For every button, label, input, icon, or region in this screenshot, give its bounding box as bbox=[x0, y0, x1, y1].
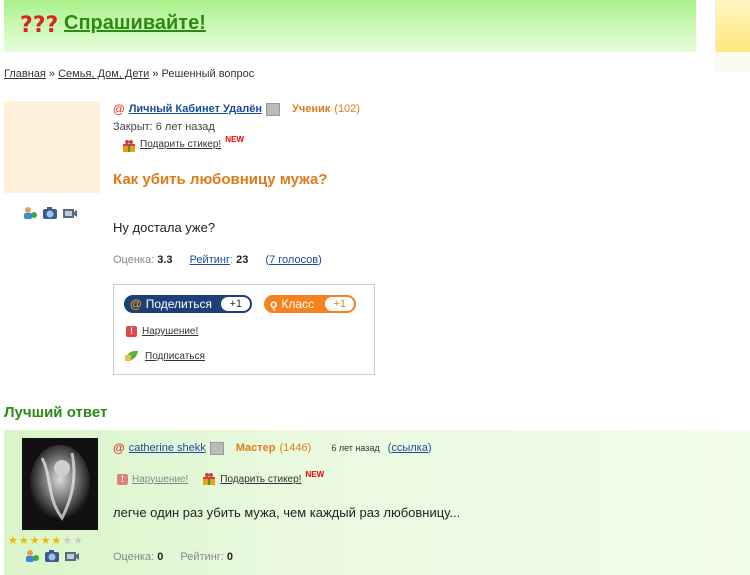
answer-author-icons bbox=[24, 549, 80, 563]
site-title-link[interactable]: Спрашивайте! bbox=[64, 12, 206, 35]
camera-photo-icon[interactable] bbox=[42, 206, 58, 220]
breadcrumb-current: Решенный вопрос bbox=[161, 68, 255, 80]
answer-score-label: Рейтинг: bbox=[180, 551, 224, 563]
star-filled-icon: ★ bbox=[29, 535, 40, 547]
user-profile-icon[interactable] bbox=[22, 206, 38, 220]
star-filled-icon: ★ bbox=[8, 535, 18, 547]
answer-permalink[interactable]: ссылка bbox=[391, 442, 428, 454]
votes-link[interactable]: 7 голосов bbox=[269, 254, 318, 266]
answer-text: легче один раз убить мужа, чем каждый ра… bbox=[113, 505, 461, 520]
question-closed-status: Закрыт: 6 лет назад bbox=[113, 121, 215, 133]
answer-author-stars: ★ ★ ★ ★ ★ ★ ★ bbox=[8, 536, 83, 547]
subscribe-link[interactable]: Подписаться bbox=[145, 351, 205, 362]
mail-at-icon: @ bbox=[113, 441, 125, 455]
mailbox-icon[interactable] bbox=[266, 102, 281, 116]
question-author-points: (102) bbox=[334, 103, 360, 115]
score-value: 23 bbox=[236, 254, 249, 266]
answer-author-rank: Мастер bbox=[235, 442, 276, 454]
question-stats: Оценка: 3.3 Рейтинг: 23 (7 голосов) bbox=[113, 254, 322, 266]
question-author-icons bbox=[22, 206, 78, 220]
question-title: Как убить любовницу мужа? bbox=[113, 171, 328, 188]
mail-at-icon: @ bbox=[130, 297, 142, 311]
star-filled-icon: ★ bbox=[40, 535, 51, 547]
ok-class-button[interactable]: ǫ Класс +1 bbox=[264, 295, 356, 313]
side-banner-shadow bbox=[715, 52, 750, 72]
mail-at-icon: @ bbox=[113, 102, 125, 116]
star-filled-icon: ★ bbox=[18, 535, 29, 547]
avatar-image bbox=[22, 438, 98, 530]
breadcrumb: Главная » Семья, Дом, Дети » Решенный во… bbox=[4, 68, 254, 80]
answer-author-name[interactable]: catherine shekk bbox=[129, 442, 206, 454]
svg-text:???: ??? bbox=[20, 13, 58, 38]
answer-actions: ! Нарушение! Подарить стикер! NEW bbox=[117, 469, 325, 486]
answer-rating-value: 0 bbox=[157, 551, 164, 563]
question-author-line: @ Личный Кабинет Удалён Ученик (102) bbox=[113, 102, 360, 116]
answer-author-points: (1446) bbox=[279, 442, 312, 454]
breadcrumb-home[interactable]: Главная bbox=[4, 68, 46, 80]
report-violation-row: ! Нарушение! bbox=[126, 326, 198, 337]
class-count: +1 bbox=[325, 297, 354, 311]
best-answer-heading: Лучший ответ bbox=[4, 404, 108, 421]
video-camera-icon[interactable] bbox=[62, 206, 78, 220]
warning-icon: ! bbox=[126, 326, 137, 337]
site-header: ??? Спрашивайте! bbox=[4, 0, 696, 52]
share-label: Поделиться bbox=[145, 297, 212, 311]
subscribe-leaf-icon bbox=[125, 350, 138, 361]
question-gift-sticker: Подарить стикер! NEW bbox=[122, 135, 244, 153]
share-count: +1 bbox=[221, 297, 250, 311]
breadcrumb-category[interactable]: Семья, Дом, Дети bbox=[58, 68, 149, 80]
answer-author-avatar[interactable] bbox=[22, 438, 98, 530]
question-author-name[interactable]: Личный Кабинет Удалён bbox=[129, 103, 262, 115]
gift-sticker-icon bbox=[203, 473, 216, 485]
question-marks-logo-icon[interactable]: ??? bbox=[20, 8, 62, 38]
answer-rating-label: Оценка: bbox=[113, 551, 155, 563]
star-empty-icon: ★ bbox=[73, 535, 84, 547]
new-badge: NEW bbox=[225, 135, 244, 144]
share-box: @ Поделиться +1 ǫ Класс +1 ! Нарушение! … bbox=[113, 284, 375, 375]
question-author-rank: Ученик bbox=[292, 103, 331, 115]
camera-photo-icon[interactable] bbox=[44, 549, 60, 563]
class-label: Класс bbox=[281, 297, 315, 311]
breadcrumb-sep: » bbox=[149, 68, 162, 80]
gift-sticker-icon bbox=[123, 140, 135, 152]
rating-label: Оценка: bbox=[113, 254, 155, 266]
report-violation-link[interactable]: Нарушение! bbox=[142, 326, 198, 337]
subscribe-row: Подписаться bbox=[124, 349, 205, 363]
star-empty-icon: ★ bbox=[62, 535, 73, 547]
answer-stats: Оценка: 0 Рейтинг: 0 bbox=[113, 551, 233, 563]
answer-gift-sticker-link[interactable]: Подарить стикер! bbox=[220, 474, 301, 485]
new-badge: NEW bbox=[305, 469, 325, 479]
video-camera-icon[interactable] bbox=[64, 549, 80, 563]
breadcrumb-sep: » bbox=[45, 68, 59, 80]
answer-score-value: 0 bbox=[226, 551, 234, 563]
rating-value: 3.3 bbox=[157, 254, 173, 266]
star-filled-icon: ★ bbox=[51, 535, 62, 547]
odnoklassniki-icon: ǫ bbox=[270, 297, 278, 311]
warning-icon: ! bbox=[117, 473, 128, 485]
user-profile-icon[interactable] bbox=[24, 549, 40, 563]
question-text: Ну достала уже? bbox=[113, 220, 216, 235]
gift-sticker-link[interactable]: Подарить стикер! bbox=[140, 139, 221, 150]
answer-author-line: @ catherine shekk Мастер (1446) 6 лет на… bbox=[113, 441, 432, 455]
answer-time: 6 лет назад bbox=[331, 443, 380, 453]
share-mail-button[interactable]: @ Поделиться +1 bbox=[124, 295, 252, 313]
mailbox-icon[interactable] bbox=[209, 441, 224, 455]
question-author-avatar[interactable] bbox=[4, 101, 100, 193]
score-label-link[interactable]: Рейтинг bbox=[190, 254, 230, 266]
answer-report-violation-link[interactable]: Нарушение! bbox=[132, 474, 188, 485]
side-banner[interactable] bbox=[715, 0, 750, 52]
